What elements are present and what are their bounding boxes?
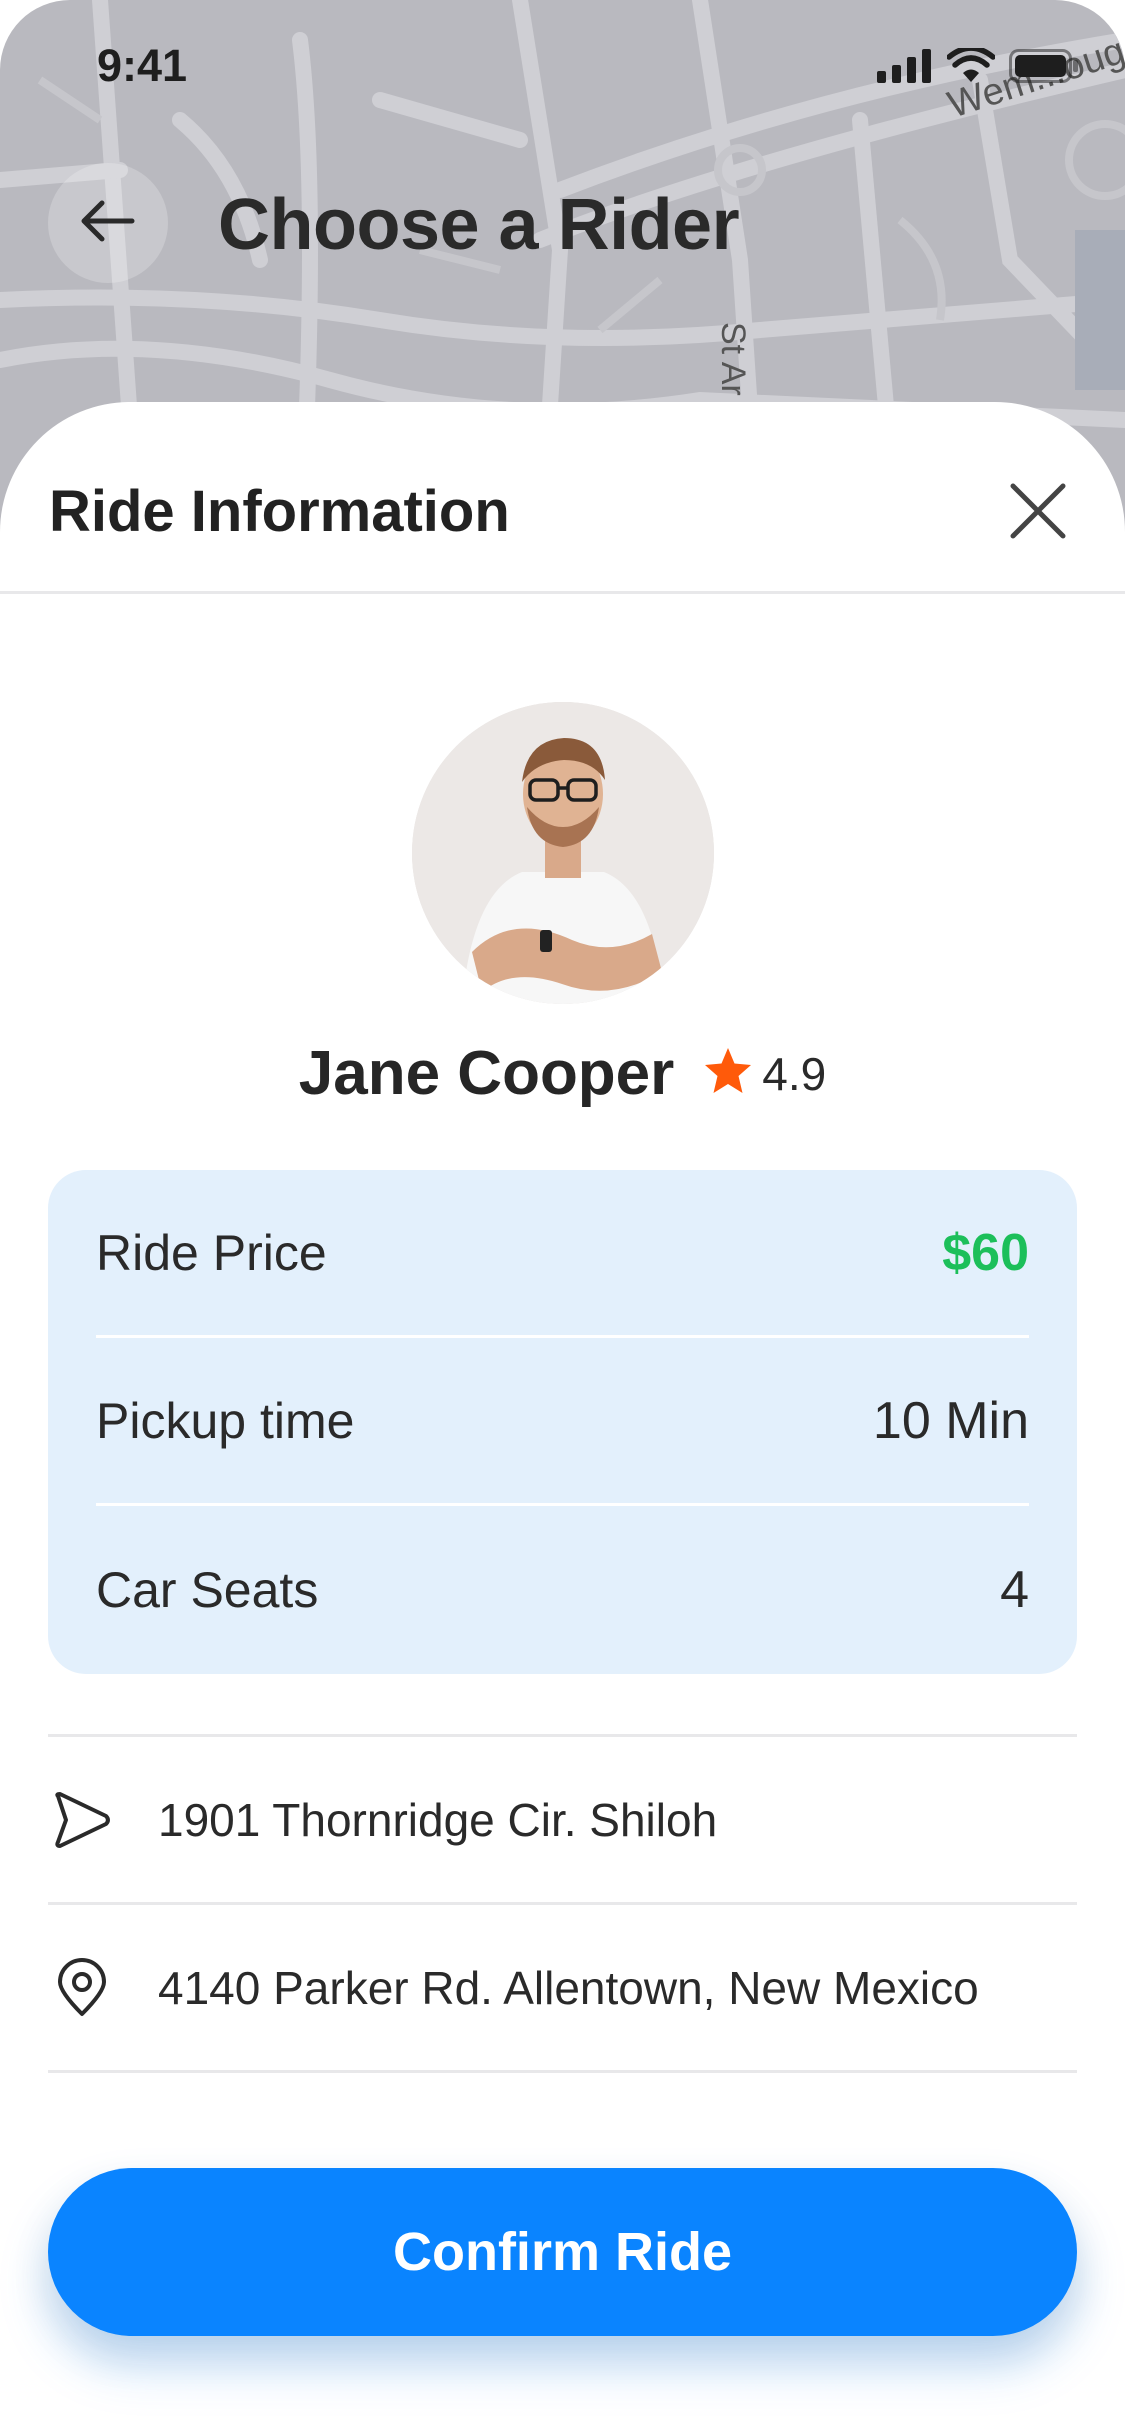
wifi-icon bbox=[946, 45, 996, 89]
star-icon bbox=[702, 1046, 754, 1101]
status-icons bbox=[877, 45, 1079, 89]
close-button[interactable] bbox=[1003, 476, 1073, 546]
back-button[interactable] bbox=[48, 163, 168, 283]
page-title: Choose a Rider bbox=[218, 185, 740, 265]
close-icon bbox=[1003, 483, 1073, 550]
dropoff-address[interactable]: 4140 Parker Rd. Allentown, New Mexico bbox=[48, 1905, 1077, 2073]
ride-price-value: $60 bbox=[942, 1223, 1029, 1282]
status-time: 9:41 bbox=[97, 40, 188, 91]
pickup-time-value: 10 Min bbox=[872, 1391, 1029, 1450]
navigation-arrow-icon bbox=[52, 1790, 112, 1850]
driver-rating: 4.9 bbox=[702, 1046, 826, 1101]
ride-info-sheet: Ride Information Jane Cooper 4.9 Ride Pr… bbox=[0, 402, 1125, 2436]
car-seats-row: Car Seats 4 bbox=[96, 1506, 1029, 1674]
cellular-signal-icon bbox=[877, 49, 933, 88]
sheet-header: Ride Information bbox=[0, 402, 1125, 594]
battery-icon bbox=[1009, 49, 1079, 88]
driver-avatar bbox=[412, 702, 714, 1004]
confirm-ride-button[interactable]: Confirm Ride bbox=[48, 2168, 1077, 2336]
driver-name-row: Jane Cooper 4.9 bbox=[0, 1038, 1125, 1109]
info-label: Ride Price bbox=[96, 1224, 327, 1281]
address-list: 1901 Thornridge Cir. Shiloh 4140 Parker … bbox=[48, 1734, 1077, 2073]
rating-value: 4.9 bbox=[762, 1047, 827, 1100]
info-label: Pickup time bbox=[96, 1392, 355, 1449]
car-seats-value: 4 bbox=[1000, 1561, 1029, 1619]
driver-name: Jane Cooper bbox=[298, 1039, 675, 1108]
pickup-time-row: Pickup time 10 Min bbox=[96, 1338, 1029, 1506]
address-text: 1901 Thornridge Cir. Shiloh bbox=[158, 1793, 718, 1846]
status-bar: 9:41 Wem...oug bbox=[0, 0, 1125, 140]
pickup-address[interactable]: 1901 Thornridge Cir. Shiloh bbox=[48, 1737, 1077, 1905]
ride-info-card: Ride Price $60 Pickup time 10 Min Car Se… bbox=[48, 1170, 1077, 1674]
arrow-left-icon bbox=[80, 199, 136, 248]
map-street-label-vertical: St Ar bbox=[714, 322, 752, 396]
address-text: 4140 Parker Rd. Allentown, New Mexico bbox=[158, 1961, 979, 2014]
info-label: Car Seats bbox=[96, 1562, 319, 1618]
location-pin-icon bbox=[52, 1957, 112, 2018]
ride-price-row: Ride Price $60 bbox=[96, 1170, 1029, 1338]
sheet-title: Ride Information bbox=[49, 479, 510, 544]
